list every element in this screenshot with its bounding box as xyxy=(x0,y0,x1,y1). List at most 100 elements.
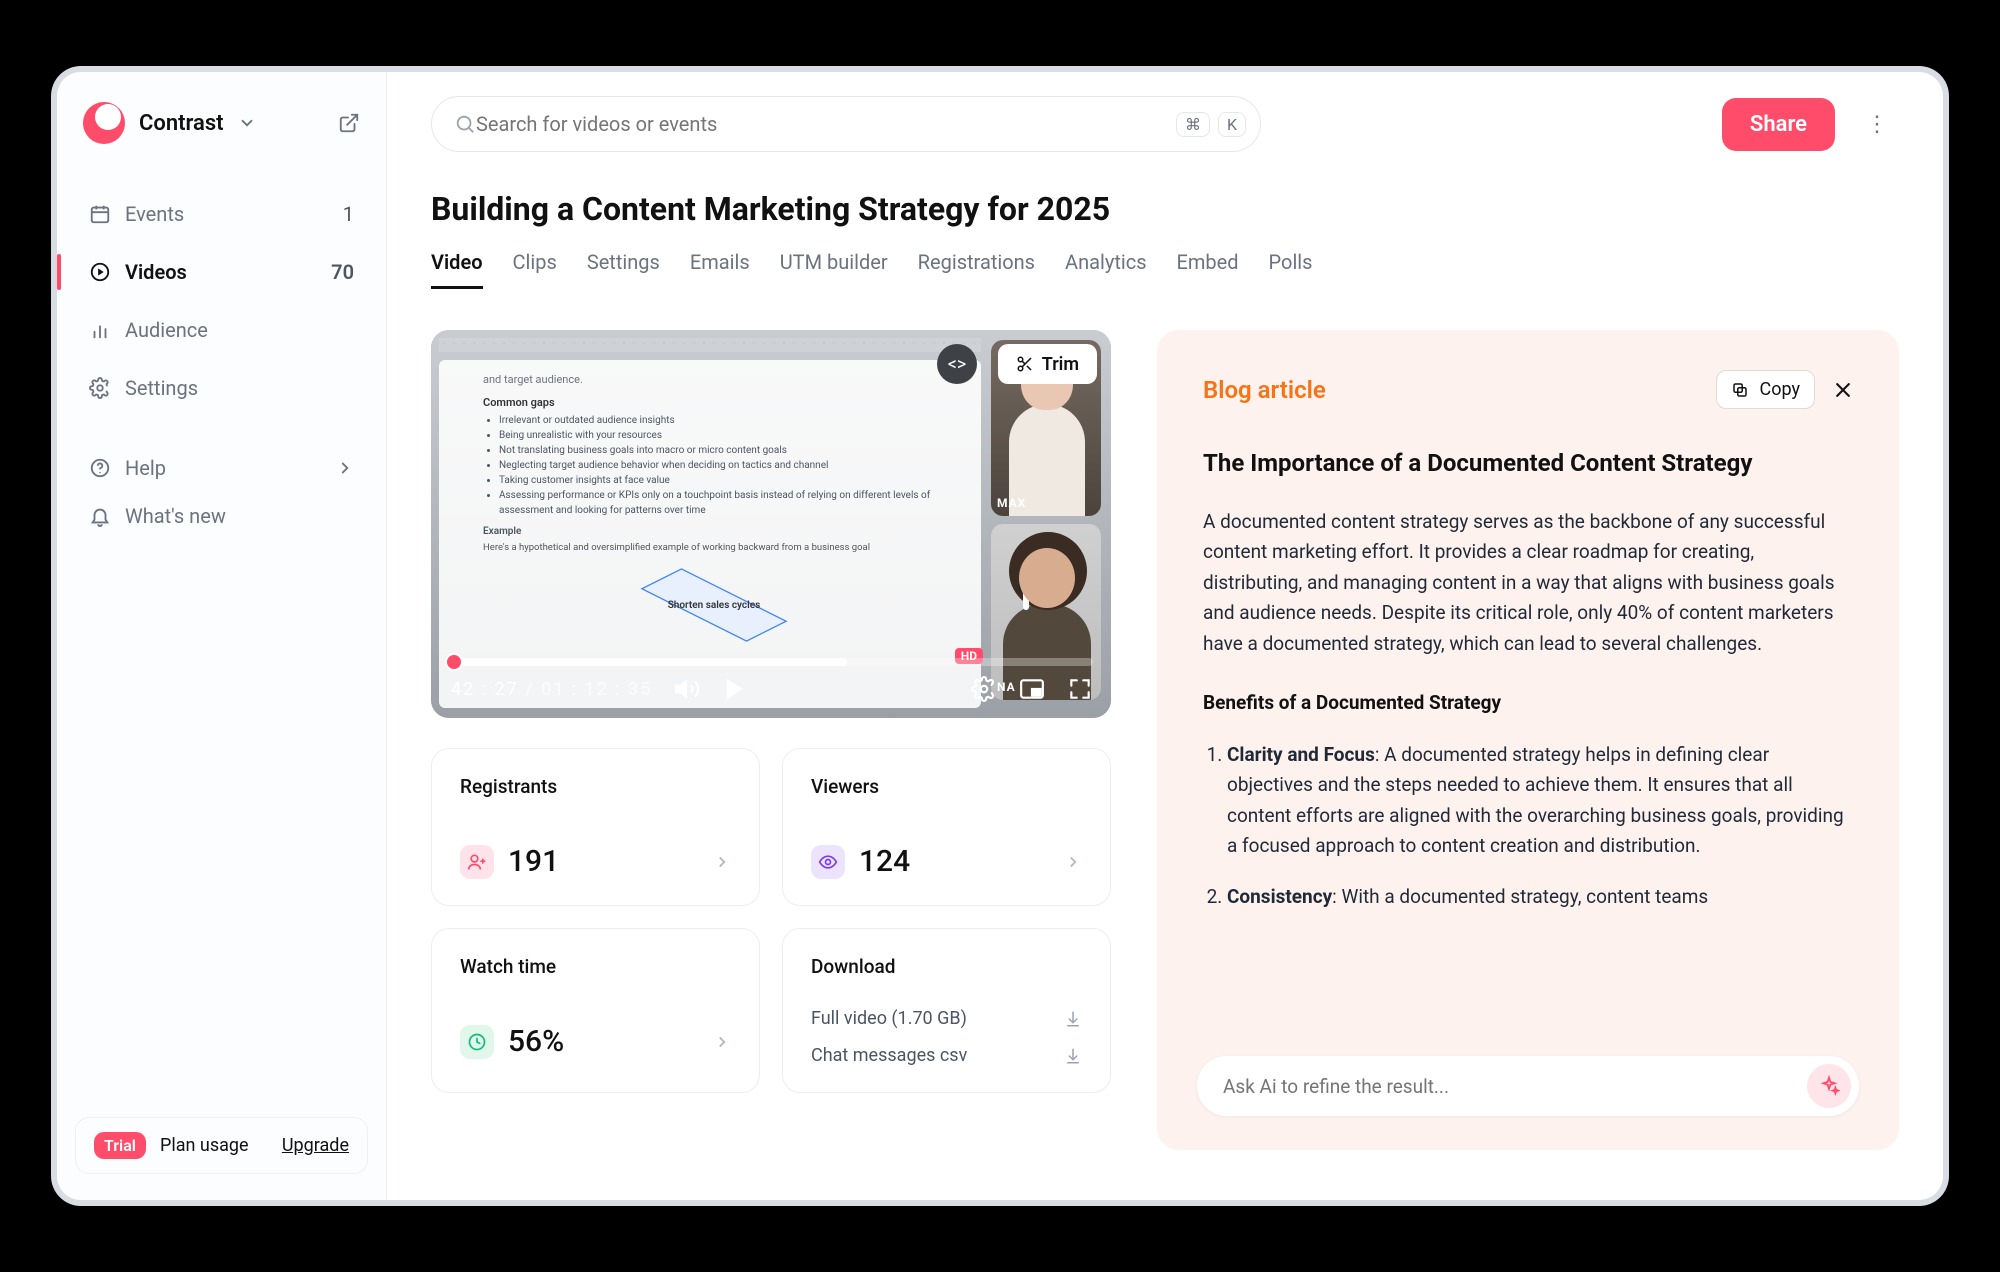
blog-panel-title: Blog article xyxy=(1203,376,1326,404)
card-download: Download Full video (1.70 GB) Chat messa… xyxy=(782,928,1111,1093)
camera-stack: MAX NA xyxy=(991,340,1101,700)
download-chat-csv[interactable]: Chat messages csv xyxy=(811,1045,1082,1066)
stats-grid: Registrants 191 Viewers 124 xyxy=(431,748,1111,1093)
left-column: and target audience. Common gaps Irrelev… xyxy=(431,330,1111,1150)
tab-registrations[interactable]: Registrations xyxy=(918,250,1035,289)
sidebar-item-whats-new[interactable]: What's new xyxy=(75,492,368,540)
chevron-right-icon xyxy=(713,853,731,871)
plan-card: Trial Plan usage Upgrade xyxy=(75,1117,368,1174)
embed-code-icon[interactable]: <> xyxy=(937,344,977,384)
download-full-video[interactable]: Full video (1.70 GB) xyxy=(811,1008,1082,1029)
sidebar-item-videos[interactable]: Videos 70 xyxy=(75,248,368,296)
sidebar-item-settings[interactable]: Settings xyxy=(75,364,368,412)
tab-embed[interactable]: Embed xyxy=(1177,250,1239,289)
label: Videos xyxy=(125,260,187,284)
volume-icon[interactable] xyxy=(674,676,700,702)
scrubber-thumb[interactable] xyxy=(445,653,463,671)
timecode: 42 : 27 / 01 : 12 : 35 xyxy=(451,679,652,700)
help-icon xyxy=(89,457,111,479)
blog-panel: Blog article Copy The Importance of a Do… xyxy=(1157,330,1899,1150)
tab-video[interactable]: Video xyxy=(431,250,483,289)
nav: Events 1 Videos 70 Audience Settings xyxy=(75,190,368,412)
pip-icon[interactable] xyxy=(1019,676,1045,702)
copy-icon xyxy=(1731,381,1749,399)
sparkle-icon xyxy=(1818,1075,1840,1097)
ai-refine-button[interactable] xyxy=(1807,1064,1851,1108)
close-icon xyxy=(1833,380,1853,400)
label: Help xyxy=(125,456,166,480)
video-player[interactable]: and target audience. Common gaps Irrelev… xyxy=(431,330,1111,718)
plan-usage-label: Plan usage xyxy=(160,1135,249,1156)
sidebar-item-help[interactable]: Help xyxy=(75,444,368,492)
search-bar[interactable]: ⌘ K xyxy=(431,96,1261,152)
count: 1 xyxy=(343,202,354,226)
right-column: Blog article Copy The Importance of a Do… xyxy=(1157,330,1899,1150)
tab-emails[interactable]: Emails xyxy=(690,250,750,289)
scissors-icon xyxy=(1016,355,1034,373)
label: Events xyxy=(125,202,184,226)
sidebar-item-events[interactable]: Events 1 xyxy=(75,190,368,238)
tab-analytics[interactable]: Analytics xyxy=(1065,250,1147,289)
bell-icon xyxy=(89,505,111,527)
search-input[interactable] xyxy=(476,112,1176,136)
users-icon xyxy=(460,845,494,879)
label: Settings xyxy=(125,376,198,400)
copy-button[interactable]: Copy xyxy=(1716,370,1815,409)
trial-badge: Trial xyxy=(94,1132,146,1159)
chart-icon xyxy=(89,319,111,341)
page-title: Building a Content Marketing Strategy fo… xyxy=(431,190,1899,228)
ai-refine-input[interactable] xyxy=(1223,1075,1807,1098)
video-controls: 42 : 27 / 01 : 12 : 35 xyxy=(451,670,1093,708)
workspace-switcher[interactable]: Contrast xyxy=(75,98,368,168)
flowchart-node: Shorten sales cycles xyxy=(639,576,789,634)
tab-settings[interactable]: Settings xyxy=(587,250,660,289)
tabs: Video Clips Settings Emails UTM builder … xyxy=(431,250,1899,290)
count: 70 xyxy=(331,260,354,284)
play-icon[interactable] xyxy=(722,676,748,702)
card-registrants[interactable]: Registrants 191 xyxy=(431,748,760,906)
tab-polls[interactable]: Polls xyxy=(1269,250,1313,289)
close-button[interactable] xyxy=(1833,380,1853,400)
list-item: Clarity and Focus: A documented strategy… xyxy=(1227,740,1853,862)
chevron-down-icon xyxy=(238,114,256,132)
slide-content: and target audience. Common gaps Irrelev… xyxy=(439,360,981,708)
settings-icon[interactable] xyxy=(971,676,997,702)
main: ⌘ K Share ⋮ Building a Content Marketing… xyxy=(387,72,1943,1200)
more-menu-button[interactable]: ⋮ xyxy=(1855,102,1899,146)
app-frame: Contrast Events 1 Videos 70 Audience xyxy=(57,72,1943,1200)
chevron-right-icon xyxy=(1064,853,1082,871)
ai-refine-bar[interactable] xyxy=(1197,1056,1859,1116)
blog-list: Clarity and Focus: A documented strategy… xyxy=(1203,740,1853,912)
clock-icon xyxy=(460,1025,494,1059)
blog-paragraph: A documented content strategy serves as … xyxy=(1203,507,1853,659)
calendar-icon xyxy=(89,203,111,225)
blog-subheading: Benefits of a Documented Strategy xyxy=(1203,691,1853,714)
content-row: and target audience. Common gaps Irrelev… xyxy=(431,330,1899,1150)
sidebar: Contrast Events 1 Videos 70 Audience xyxy=(57,72,387,1200)
label: Audience xyxy=(125,318,208,342)
eye-icon xyxy=(811,845,845,879)
gear-icon xyxy=(89,377,111,399)
chevron-right-icon xyxy=(336,459,354,477)
upgrade-link[interactable]: Upgrade xyxy=(282,1135,349,1156)
chevron-right-icon xyxy=(713,1033,731,1051)
share-button[interactable]: Share xyxy=(1722,98,1835,151)
brand-name: Contrast xyxy=(139,111,224,136)
sidebar-item-audience[interactable]: Audience xyxy=(75,306,368,354)
tab-clips[interactable]: Clips xyxy=(513,250,557,289)
label: What's new xyxy=(125,504,226,528)
fullscreen-icon[interactable] xyxy=(1067,676,1093,702)
kbd-hint: ⌘ K xyxy=(1176,112,1246,137)
logo xyxy=(83,102,125,144)
download-icon xyxy=(1064,1010,1082,1028)
external-link-icon[interactable] xyxy=(338,112,360,134)
progress-bar[interactable] xyxy=(445,658,1093,666)
play-circle-icon xyxy=(89,261,111,283)
download-icon xyxy=(1064,1047,1082,1065)
list-item: Consistency: With a documented strategy,… xyxy=(1227,882,1853,912)
card-watch-time[interactable]: Watch time 56% xyxy=(431,928,760,1093)
search-icon xyxy=(454,113,476,135)
trim-button[interactable]: Trim xyxy=(998,344,1097,384)
tab-utm-builder[interactable]: UTM builder xyxy=(780,250,888,289)
card-viewers[interactable]: Viewers 124 xyxy=(782,748,1111,906)
